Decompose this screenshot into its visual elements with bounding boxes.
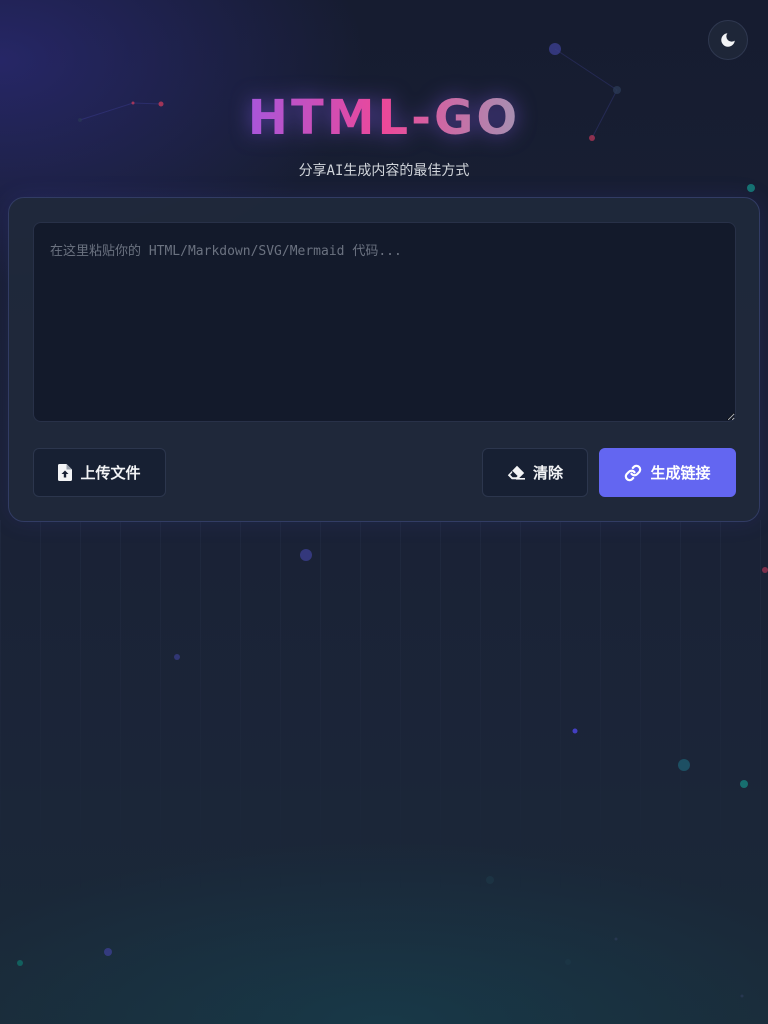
file-upload-icon <box>58 464 73 481</box>
generate-link-button[interactable]: 生成链接 <box>599 448 736 497</box>
app-subtitle: 分享AI生成内容的最佳方式 <box>298 163 470 179</box>
clear-label: 清除 <box>532 464 563 482</box>
background-grid <box>0 520 768 900</box>
theme-toggle-button[interactable] <box>708 20 748 60</box>
link-icon <box>624 464 642 482</box>
upload-file-button[interactable]: 上传文件 <box>33 448 166 497</box>
editor-card: 上传文件 清除 生成链接 <box>8 197 760 522</box>
eraser-icon <box>507 465 525 480</box>
upload-file-label: 上传文件 <box>80 464 141 482</box>
code-input[interactable] <box>33 222 736 422</box>
app-title: HTML-GO <box>0 88 768 148</box>
moon-icon <box>719 31 737 49</box>
clear-button[interactable]: 清除 <box>482 448 588 497</box>
generate-link-label: 生成链接 <box>650 464 711 482</box>
